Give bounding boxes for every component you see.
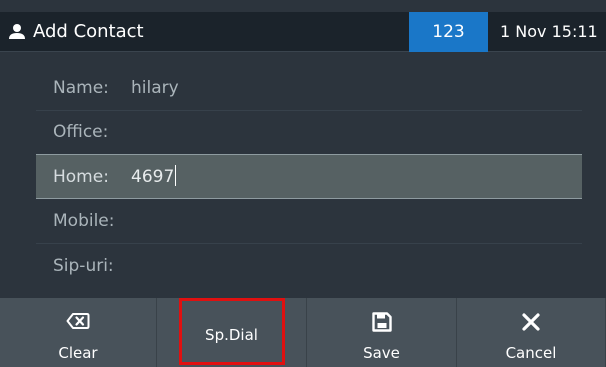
cancel-button[interactable]: Cancel (457, 298, 606, 367)
page-title: Add Contact (33, 21, 144, 42)
field-value-name[interactable]: hilary (131, 76, 179, 100)
contact-form: Name: hilary Office: Home: 4697 Mobile: … (0, 66, 606, 296)
speed-dial-button[interactable]: Sp.Dial (157, 298, 307, 367)
clear-button-label: Clear (58, 344, 98, 362)
field-row-sip-uri[interactable]: Sip-uri: (36, 244, 582, 289)
backspace-icon (66, 313, 90, 329)
field-row-name[interactable]: Name: hilary (36, 66, 582, 111)
person-icon (9, 24, 25, 39)
title-bar: Add Contact 123 1 Nov 15:11 (0, 12, 606, 52)
field-label-name: Name: (53, 78, 109, 98)
field-label-home: Home: (53, 167, 109, 187)
date-time: 1 Nov 15:11 (500, 22, 598, 41)
field-label-mobile: Mobile: (53, 211, 115, 231)
cancel-button-label: Cancel (505, 344, 557, 362)
speed-dial-button-label: Sp.Dial (205, 326, 258, 344)
field-row-mobile[interactable]: Mobile: (36, 199, 582, 244)
input-mode-indicator[interactable]: 123 (409, 12, 488, 52)
text-cursor (175, 165, 177, 186)
close-icon (522, 313, 540, 331)
phone-screen: Add Contact 123 1 Nov 15:11 Name: hilary… (0, 0, 606, 367)
home-value-text: 4697 (131, 167, 175, 187)
field-label-office: Office: (53, 122, 109, 142)
save-button[interactable]: Save (307, 298, 457, 367)
field-value-home[interactable]: 4697 (131, 165, 177, 189)
field-label-sip-uri: Sip-uri: (53, 256, 114, 276)
field-row-office[interactable]: Office: (36, 110, 582, 155)
save-button-label: Save (363, 344, 400, 362)
save-icon (371, 312, 392, 332)
softkey-bar: Clear Sp.Dial Save Cancel (0, 298, 606, 367)
field-row-home[interactable]: Home: 4697 (36, 154, 582, 199)
clear-button[interactable]: Clear (0, 298, 157, 367)
